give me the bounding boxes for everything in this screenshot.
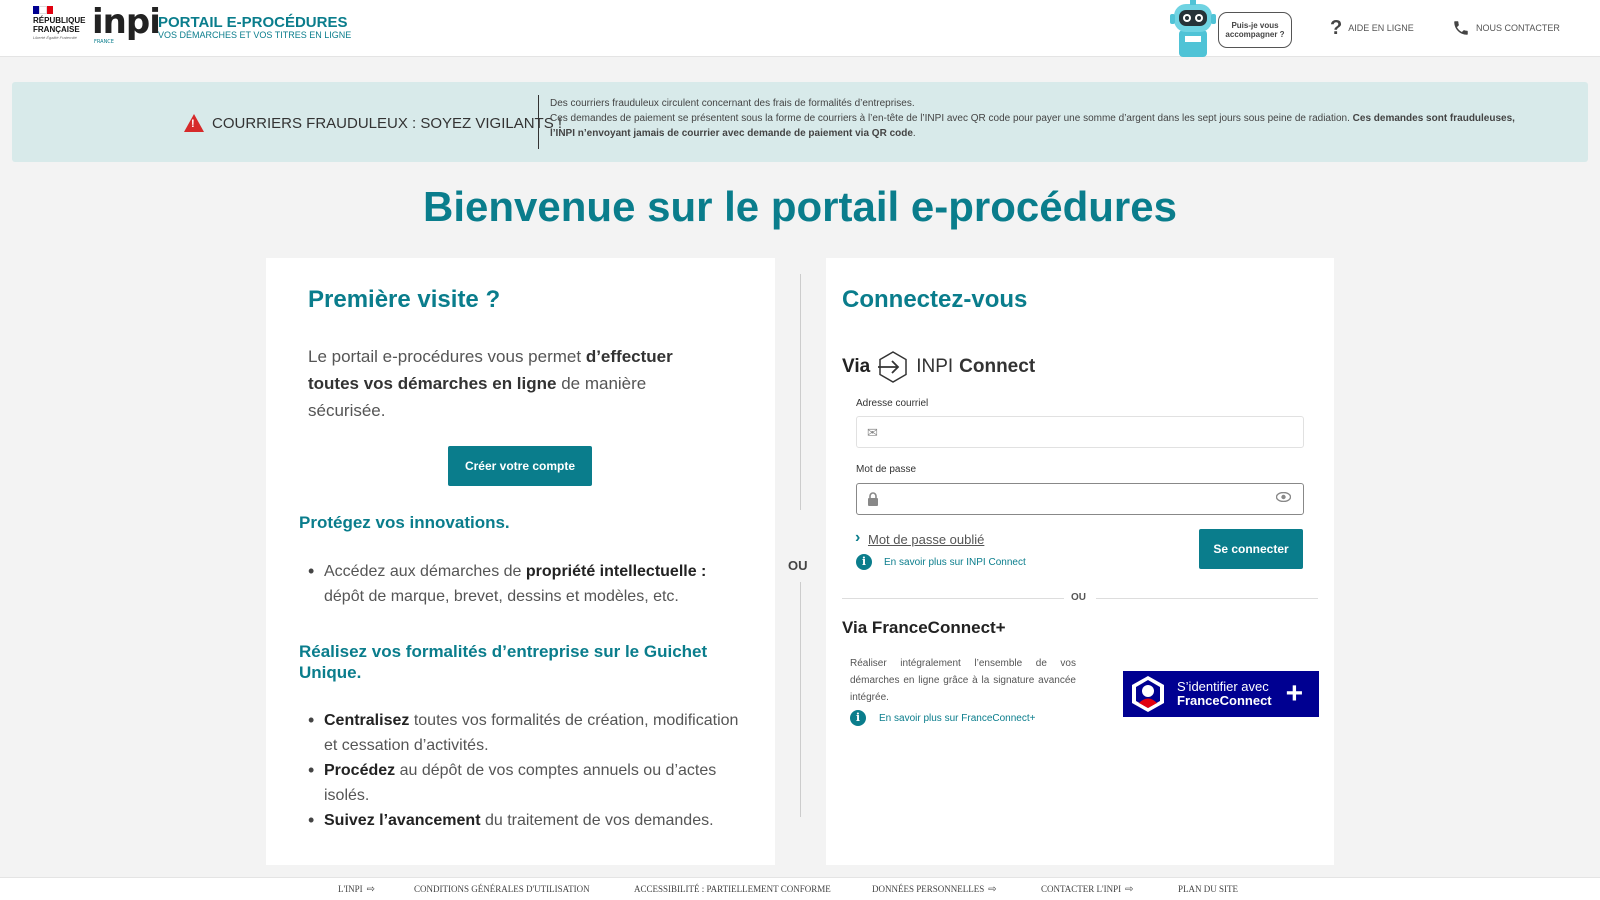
portal-title[interactable]: PORTAIL E-PROCÉDURES (158, 14, 347, 31)
password-label: Mot de passe (856, 464, 917, 475)
learn-franceconnect-link[interactable]: En savoir plus sur FranceConnect+ (879, 713, 1035, 724)
warning-icon: ! (184, 114, 204, 132)
create-account-button[interactable]: Créer votre compte (448, 446, 592, 486)
franceconnect-logo-icon (1132, 676, 1164, 712)
help-link[interactable]: ? AIDE EN LIGNE (1330, 16, 1414, 39)
republique-label: RÉPUBLIQUE FRANÇAISE (33, 16, 86, 34)
footer-link-inpi[interactable]: L'INPI ⇨ (338, 884, 375, 895)
plus-icon: + (1285, 677, 1304, 710)
learn-inpi-connect-link[interactable]: En savoir plus sur INPI Connect (884, 557, 1026, 568)
alert-title-text: COURRIERS FRAUDULEUX : SOYEZ VIGILANTS ! (212, 114, 563, 132)
question-icon: ? (1330, 16, 1343, 39)
republique-francaise-logo[interactable]: RÉPUBLIQUE FRANÇAISE Liberté Égalité Frat… (33, 6, 85, 40)
alert-title: ! COURRIERS FRAUDULEUX : SOYEZ VIGILANTS… (184, 114, 562, 132)
login-button[interactable]: Se connecter (1199, 529, 1303, 569)
external-link-icon: ⇨ (1125, 884, 1134, 895)
eye-icon[interactable] (1276, 492, 1291, 502)
contact-link[interactable]: NOUS CONTACTER (1452, 18, 1560, 38)
email-field[interactable]: ✉ (856, 416, 1304, 448)
lock-icon (868, 492, 878, 506)
portal-subtitle: VOS DÉMARCHES ET VOS TITRES EN LIGNE (158, 30, 352, 40)
header: RÉPUBLIQUE FRANÇAISE Liberté Égalité Frat… (0, 0, 1600, 57)
footer: L'INPI ⇨ CONDITIONS GÉNÉRALES D'UTILISATI… (0, 877, 1600, 900)
protect-title: Protégez vos innovations. (299, 513, 510, 532)
separator-line-bottom (800, 582, 801, 817)
or-divider-left (842, 598, 1064, 599)
fc-line2: FranceConnect (1177, 693, 1272, 708)
list-item: Centralisez toutes vos formalités de cré… (299, 708, 739, 758)
footer-link-accessibility[interactable]: ACCESSIBILITÉ : PARTIELLEMENT CONFORME (634, 884, 831, 894)
inpi-connect-bold: Connect (959, 356, 1036, 377)
via-label: Via (842, 356, 871, 377)
assistant-bubble[interactable]: Puis-je vous accompagner ? (1218, 12, 1292, 48)
footer-link-cgu[interactable]: CONDITIONS GÉNÉRALES D'UTILISATION (414, 884, 590, 894)
fc-line1: S’identifier avec (1177, 679, 1269, 694)
alert-message: Des courriers frauduleux circulent conce… (550, 96, 1520, 141)
info-icon: i (850, 710, 866, 726)
franceconnect-description: Réaliser intégralement l’ensemble de vos… (850, 658, 1076, 703)
email-label: Adresse courriel (856, 398, 929, 409)
external-link-icon: ⇨ (366, 884, 376, 895)
inpi-logo[interactable]: inpi FRANCE (92, 5, 161, 45)
franceconnect-button[interactable]: S’identifier avec FranceConnect + (1123, 671, 1319, 717)
inpi-connect-heading: Via INPI Connect (842, 350, 1035, 384)
or-divider-right (1096, 598, 1318, 599)
envelope-icon: ✉ (867, 425, 878, 440)
login-arrow-icon (878, 351, 907, 383)
separator-line-top (800, 274, 801, 510)
info-icon: i (856, 554, 872, 570)
contact-link-label: NOUS CONTACTER (1476, 23, 1560, 33)
password-field[interactable] (856, 483, 1304, 515)
fraud-alert-banner: ! COURRIERS FRAUDULEUX : SOYEZ VIGILANTS… (12, 82, 1588, 162)
login-title: Connectez-vous (842, 286, 1028, 313)
list-item: Procédez au dépôt de vos comptes annuels… (299, 758, 739, 808)
list-item: Suivez l’avancement du traitement de vos… (299, 808, 739, 833)
footer-link-contact[interactable]: CONTACTER L'INPI ⇨ (1041, 884, 1134, 895)
motto: Liberté Égalité Fraternité (33, 35, 77, 40)
alert-divider (538, 95, 539, 149)
help-link-label: AIDE EN LIGNE (1348, 23, 1414, 33)
login-card: Connectez-vous Via INPI Connect Adresse … (826, 258, 1334, 865)
alert-line-1: Des courriers frauduleux circulent conce… (550, 98, 915, 109)
forgot-password-link[interactable]: Mot de passe oublié (868, 532, 984, 547)
phone-icon (1454, 21, 1468, 35)
or-label: OU (1071, 592, 1086, 603)
protect-list: Accédez aux démarches de propriété intel… (299, 559, 739, 609)
assistant-robot-icon[interactable] (1167, 0, 1219, 57)
external-link-icon: ⇨ (988, 884, 997, 895)
footer-link-personal-data[interactable]: DONNÉES PERSONNELLES ⇨ (872, 884, 997, 895)
guichet-title: Réalisez vos formalités d’entreprise sur… (299, 642, 708, 682)
list-item: Accédez aux démarches de propriété intel… (299, 559, 739, 609)
intro-text: Le portail e-procédures vous permet d’ef… (308, 347, 673, 420)
first-visit-card: Première visite ? Le portail e-procédure… (266, 258, 775, 865)
franceconnect-button-text: S’identifier avec FranceConnect (1177, 680, 1272, 708)
inpi-connect-logo: INPI Connect (876, 350, 1035, 384)
page-title: Bienvenue sur le portail e-procédures (423, 183, 1177, 230)
chevron-right-icon: › (855, 529, 861, 546)
french-flag-icon (33, 6, 53, 14)
footer-link-sitemap[interactable]: PLAN DU SITE (1178, 884, 1238, 894)
franceconnect-title: Via FranceConnect+ (842, 618, 1006, 637)
first-visit-title: Première visite ? (308, 286, 501, 313)
guichet-list: Centralisez toutes vos formalités de cré… (299, 708, 739, 833)
alert-line-2: Ces demandes de paiement se présentent s… (550, 113, 1515, 139)
inpi-connect-light: INPI (916, 356, 954, 377)
separator-or: OU (788, 558, 808, 573)
